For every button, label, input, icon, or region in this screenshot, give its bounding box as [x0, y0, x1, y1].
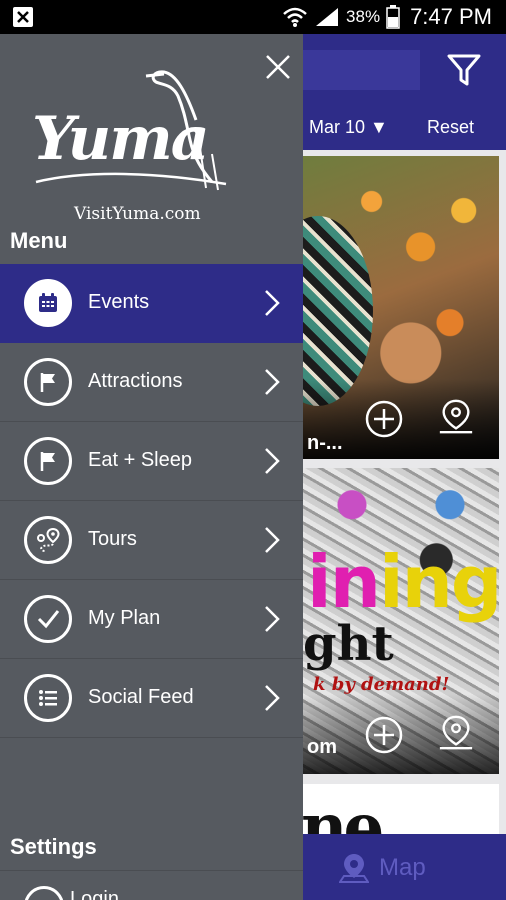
- battery-percent: 38%: [346, 7, 381, 26]
- menu-item-label: Tours: [88, 528, 137, 550]
- menu-item-label: Events: [88, 291, 150, 313]
- wifi-icon: [283, 7, 307, 27]
- menu-item-label: Eat + Sleep: [88, 449, 192, 471]
- menu-item-label: Social Feed: [88, 686, 194, 708]
- bottom-nav: Map: [303, 834, 506, 900]
- menu-item-events[interactable]: Events: [0, 264, 303, 343]
- chevron-right-icon: [265, 606, 280, 632]
- map-tab[interactable]: Map: [339, 852, 426, 884]
- chevron-right-icon: [265, 685, 280, 711]
- add-icon[interactable]: [365, 716, 403, 754]
- menu-item-social-feed[interactable]: Social Feed: [0, 659, 303, 738]
- card-promo-text: ne: [303, 790, 384, 834]
- event-card[interactable]: ne: [303, 784, 499, 834]
- card-title: om: [307, 736, 337, 758]
- chevron-right-icon: [265, 448, 280, 474]
- flag-icon: [24, 437, 72, 485]
- search-field[interactable]: [303, 50, 420, 90]
- notification-icon: [13, 7, 33, 27]
- divider: [0, 870, 303, 871]
- visit-yuma-logo: Yuma VisitYuma.com: [26, 62, 236, 232]
- close-icon[interactable]: [263, 52, 293, 82]
- map-tab-label: Map: [379, 854, 426, 881]
- calendar-icon: [24, 279, 72, 327]
- menu-item-my-plan[interactable]: My Plan: [0, 580, 303, 659]
- filter-icon[interactable]: [446, 52, 482, 88]
- card-promo-tagline: k by demand!: [313, 674, 450, 695]
- map-pin-icon[interactable]: [437, 714, 475, 752]
- menu-item-eat-sleep[interactable]: Eat + Sleep: [0, 422, 303, 501]
- card-promo-text: ining: [307, 540, 499, 624]
- logo-wordmark: Yuma: [32, 104, 210, 174]
- signal-icon: [316, 8, 339, 26]
- clock: 7:47 PM: [410, 4, 492, 29]
- menu-item-label: My Plan: [88, 607, 161, 629]
- card-promo-text: ght: [303, 616, 394, 672]
- status-bar: 38% 7:47 PM: [0, 0, 506, 34]
- user-icon: [24, 886, 64, 900]
- route-pin-icon: [24, 516, 72, 564]
- navigation-drawer: Yuma VisitYuma.com Menu Events Attractio…: [0, 34, 303, 900]
- date-filter-dropdown[interactable]: Mar 10 ▼: [309, 117, 388, 138]
- battery-icon: [386, 5, 400, 29]
- menu-item-label: Login: [70, 888, 119, 900]
- add-icon[interactable]: [365, 400, 403, 438]
- reset-button[interactable]: Reset: [427, 117, 474, 138]
- event-card[interactable]: ining ght k by demand! om: [303, 468, 499, 774]
- map-pin-icon: [339, 854, 369, 883]
- chevron-right-icon: [265, 290, 280, 316]
- chevron-right-icon: [265, 527, 280, 553]
- menu-item-label: Attractions: [88, 370, 183, 392]
- card-title: n-...: [307, 432, 343, 454]
- chevron-right-icon: [265, 369, 280, 395]
- list-icon: [24, 674, 72, 722]
- checkmark-icon: [24, 595, 72, 643]
- settings-heading: Settings: [10, 834, 97, 859]
- map-pin-icon[interactable]: [437, 398, 475, 436]
- menu-item-tours[interactable]: Tours: [0, 501, 303, 580]
- date-filter-bar: Mar 10 ▼ Reset: [303, 104, 506, 150]
- menu-heading: Menu: [10, 228, 68, 253]
- menu-item-login[interactable]: Login: [0, 880, 303, 900]
- card-image: [303, 216, 373, 406]
- flag-icon: [24, 358, 72, 406]
- menu-item-attractions[interactable]: Attractions: [0, 343, 303, 422]
- event-card[interactable]: n-...: [303, 156, 499, 459]
- event-feed: n-... ining ght k by demand! om ne: [303, 150, 506, 834]
- logo-url: VisitYuma.com: [74, 204, 201, 224]
